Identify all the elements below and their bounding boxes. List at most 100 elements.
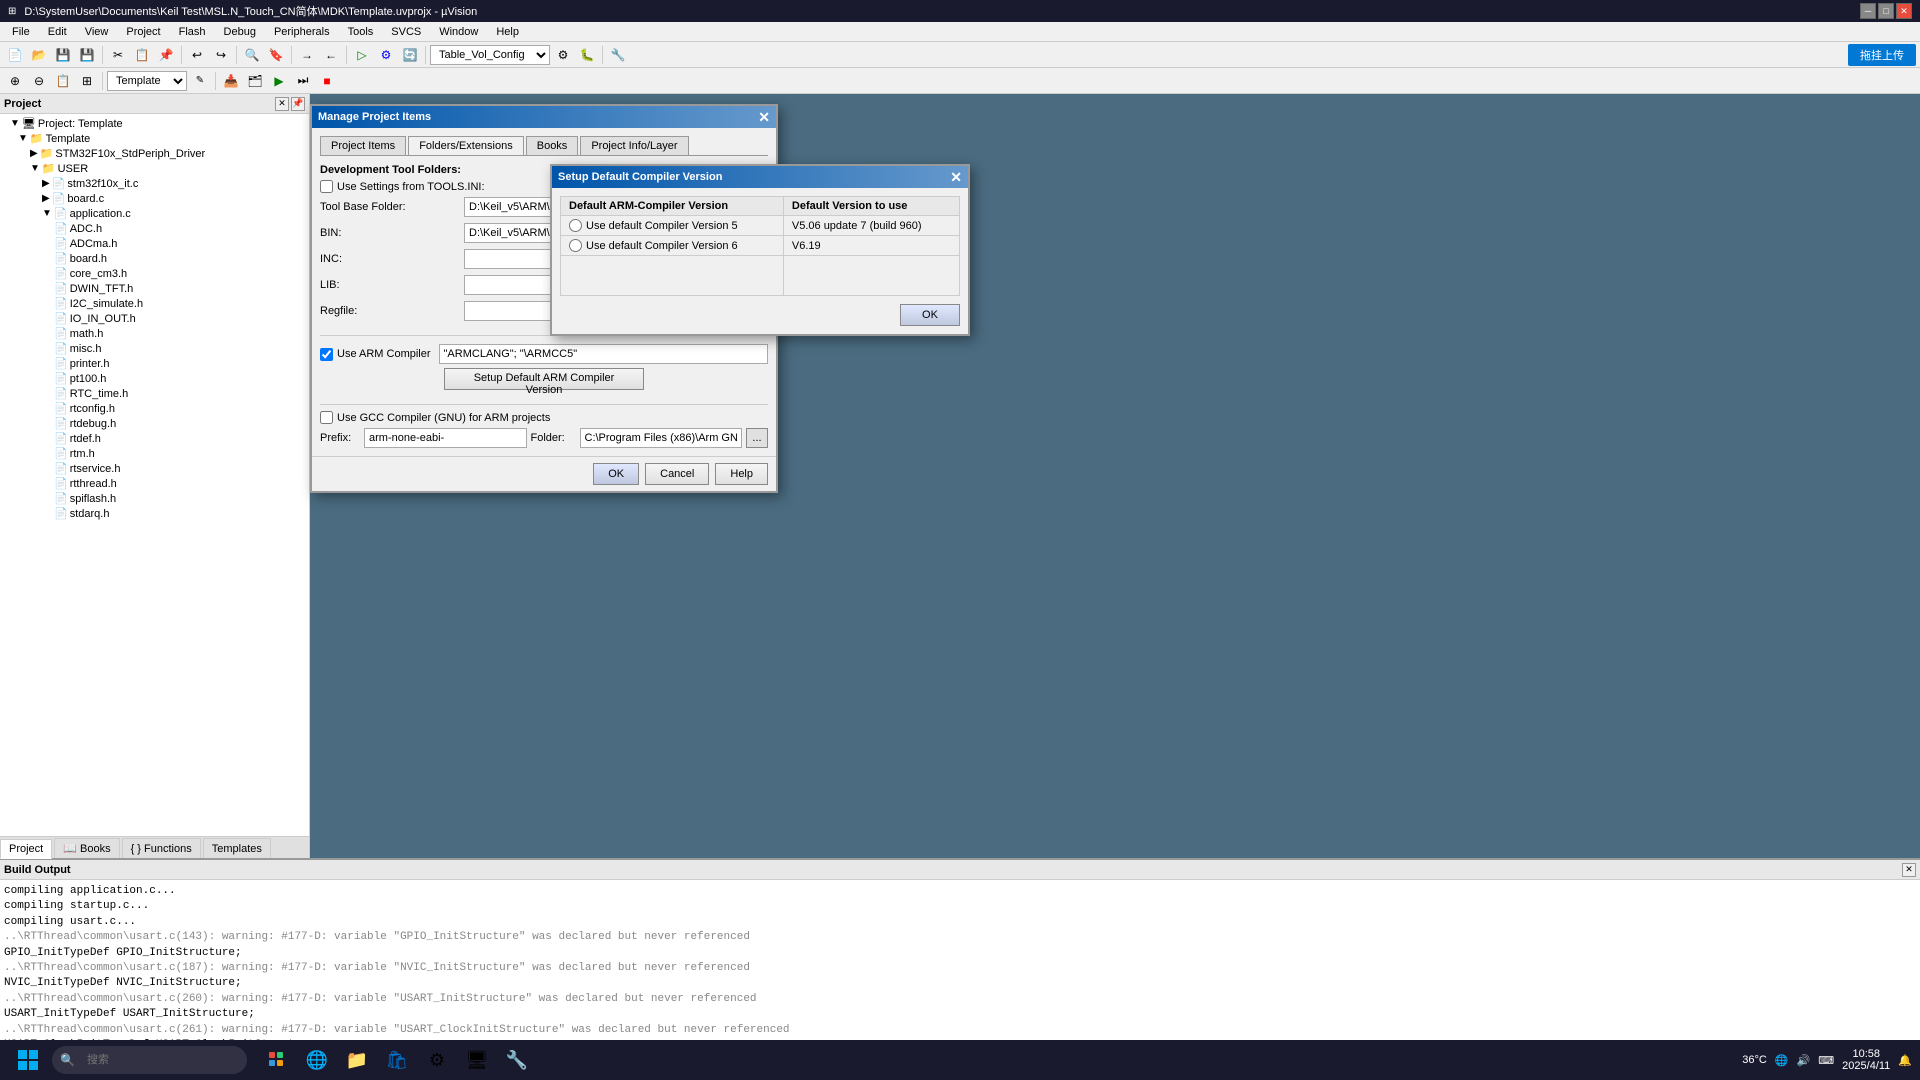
- menu-project[interactable]: Project: [118, 24, 168, 40]
- tree-item-printer[interactable]: 📄 printer.h: [2, 356, 307, 371]
- new-btn[interactable]: 📄: [4, 44, 26, 66]
- gcc-folder-input[interactable]: [580, 428, 743, 448]
- tree-item-i2c[interactable]: 📄 I2C_simulate.h: [2, 296, 307, 311]
- tree-item-adcmah[interactable]: 📄 ADCma.h: [2, 236, 307, 251]
- step-btn[interactable]: ⏭: [292, 70, 314, 92]
- target-dropdown[interactable]: Table_Vol_Config: [430, 45, 550, 65]
- manage-dialog-close[interactable]: ✕: [758, 109, 770, 126]
- compiler-ok-btn[interactable]: OK: [900, 304, 960, 326]
- manage-tab-project-items[interactable]: Project Items: [320, 136, 406, 155]
- prefix-input[interactable]: [364, 428, 527, 448]
- tree-item-root[interactable]: ▼ 🖥 Project: Template: [2, 116, 307, 131]
- cloud-upload-btn[interactable]: 拖挂上传: [1848, 44, 1916, 66]
- tree-item-rtm[interactable]: 📄 rtm.h: [2, 446, 307, 461]
- tree-item-misc[interactable]: 📄 misc.h: [2, 341, 307, 356]
- indent-btn[interactable]: →: [296, 44, 318, 66]
- gcc-browse-btn[interactable]: ...: [746, 428, 768, 448]
- tree-item-boardh[interactable]: 📄 board.h: [2, 251, 307, 266]
- tree-item-rtthread[interactable]: 📄 rtthread.h: [2, 476, 307, 491]
- manage-btn[interactable]: 🗂: [244, 70, 266, 92]
- panel-close-btn[interactable]: ✕: [275, 97, 289, 111]
- tb2-btn4[interactable]: ⊞: [76, 70, 98, 92]
- use-arm-checkbox[interactable]: [320, 348, 333, 361]
- tree-item-rtconfig[interactable]: 📄 rtconfig.h: [2, 401, 307, 416]
- tab-templates[interactable]: Templates: [203, 838, 271, 858]
- taskbar-clock[interactable]: 10:58 2025/4/11: [1842, 1048, 1890, 1072]
- settings-btn[interactable]: 🔧: [607, 44, 629, 66]
- menu-help[interactable]: Help: [488, 24, 527, 40]
- tree-item-boardc[interactable]: ▶ 📄 board.c: [2, 191, 307, 206]
- start-button[interactable]: [8, 1040, 48, 1080]
- build-output-close[interactable]: ✕: [1902, 863, 1916, 877]
- tree-item-applic[interactable]: ▼ 📄 application.c: [2, 206, 307, 221]
- tb2-btn3[interactable]: 📋: [52, 70, 74, 92]
- tree-item-spiflash[interactable]: 📄 spiflash.h: [2, 491, 307, 506]
- tab-functions[interactable]: { } Functions: [122, 838, 201, 858]
- template-dropdown[interactable]: Template: [107, 71, 187, 91]
- taskbar-icon-ie[interactable]: 🌐: [299, 1042, 335, 1078]
- paste-btn[interactable]: 📌: [155, 44, 177, 66]
- tree-item-rtctime[interactable]: 📄 RTC_time.h: [2, 386, 307, 401]
- search-input[interactable]: [79, 1046, 239, 1074]
- tree-item-pt100[interactable]: 📄 pt100.h: [2, 371, 307, 386]
- tree-item-math[interactable]: 📄 math.h: [2, 326, 307, 341]
- setup-compiler-btn[interactable]: Setup Default ARM Compiler Version: [444, 368, 644, 390]
- compile-btn[interactable]: ▷: [351, 44, 373, 66]
- tree-item-stdperiph[interactable]: ▶ 📁 STM32F10x_StdPeriph_Driver: [2, 146, 307, 161]
- maximize-button[interactable]: □: [1878, 3, 1894, 19]
- menu-flash[interactable]: Flash: [171, 24, 214, 40]
- menu-view[interactable]: View: [77, 24, 117, 40]
- use-settings-checkbox[interactable]: [320, 180, 333, 193]
- compiler-dialog-close[interactable]: ✕: [950, 169, 962, 186]
- close-button[interactable]: ✕: [1896, 3, 1912, 19]
- tb2-btn1[interactable]: ⊕: [4, 70, 26, 92]
- menu-peripherals[interactable]: Peripherals: [266, 24, 338, 40]
- build-output-content[interactable]: compiling application.c...compiling star…: [0, 880, 1920, 1058]
- menu-file[interactable]: File: [4, 24, 38, 40]
- tree-item-rtservice[interactable]: 📄 rtservice.h: [2, 461, 307, 476]
- save-all-btn[interactable]: 💾: [76, 44, 98, 66]
- tab-project[interactable]: Project: [0, 839, 52, 859]
- undo-btn[interactable]: ↩: [186, 44, 208, 66]
- taskbar-icon-settings[interactable]: ⚙: [419, 1042, 455, 1078]
- menu-debug[interactable]: Debug: [216, 24, 264, 40]
- tb2-btn2[interactable]: ⊖: [28, 70, 50, 92]
- insert-btn[interactable]: 📥: [220, 70, 242, 92]
- manage-ok-btn[interactable]: OK: [593, 463, 639, 485]
- tree-item-dwintft[interactable]: 📄 DWIN_TFT.h: [2, 281, 307, 296]
- tree-item-template[interactable]: ▼ 📁 Template: [2, 131, 307, 146]
- version6-radio[interactable]: [569, 239, 582, 252]
- bookmark-btn[interactable]: 🔖: [265, 44, 287, 66]
- menu-window[interactable]: Window: [431, 24, 486, 40]
- tree-item-adch[interactable]: 📄 ADC.h: [2, 221, 307, 236]
- taskbar-icon-app2[interactable]: 🔧: [499, 1042, 535, 1078]
- redo-btn[interactable]: ↪: [210, 44, 232, 66]
- manage-help-btn[interactable]: Help: [715, 463, 768, 485]
- target-options-btn[interactable]: ⚙: [552, 44, 574, 66]
- rebuild-btn[interactable]: 🔄: [399, 44, 421, 66]
- menu-tools[interactable]: Tools: [340, 24, 382, 40]
- menu-svcs[interactable]: SVCS: [383, 24, 429, 40]
- copy-btn[interactable]: 📋: [131, 44, 153, 66]
- search-bar[interactable]: 🔍: [52, 1046, 247, 1074]
- taskbar-icon-files[interactable]: [259, 1042, 295, 1078]
- taskbar-icon-folder[interactable]: 📁: [339, 1042, 375, 1078]
- tree-item-user[interactable]: ▼ 📁 USER: [2, 161, 307, 176]
- use-gcc-checkbox[interactable]: [320, 411, 333, 424]
- template-edit-btn[interactable]: ✎: [189, 70, 211, 92]
- stop-btn[interactable]: ■: [316, 70, 338, 92]
- taskbar-icon-store[interactable]: 🛍: [379, 1042, 415, 1078]
- open-btn[interactable]: 📂: [28, 44, 50, 66]
- tree-item-rtdebug[interactable]: 📄 rtdebug.h: [2, 416, 307, 431]
- find-btn[interactable]: 🔍: [241, 44, 263, 66]
- arm-compiler-input[interactable]: [439, 344, 768, 364]
- outdent-btn[interactable]: ←: [320, 44, 342, 66]
- manage-tab-books[interactable]: Books: [526, 136, 579, 155]
- tree-item-corecm3[interactable]: 📄 core_cm3.h: [2, 266, 307, 281]
- tree-item-stdarq[interactable]: 📄 stdarq.h: [2, 506, 307, 521]
- run-thread-btn[interactable]: ▶: [268, 70, 290, 92]
- minimize-button[interactable]: ─: [1860, 3, 1876, 19]
- manage-cancel-btn[interactable]: Cancel: [645, 463, 709, 485]
- tree-item-stm32it[interactable]: ▶ 📄 stm32f10x_it.c: [2, 176, 307, 191]
- save-btn[interactable]: 💾: [52, 44, 74, 66]
